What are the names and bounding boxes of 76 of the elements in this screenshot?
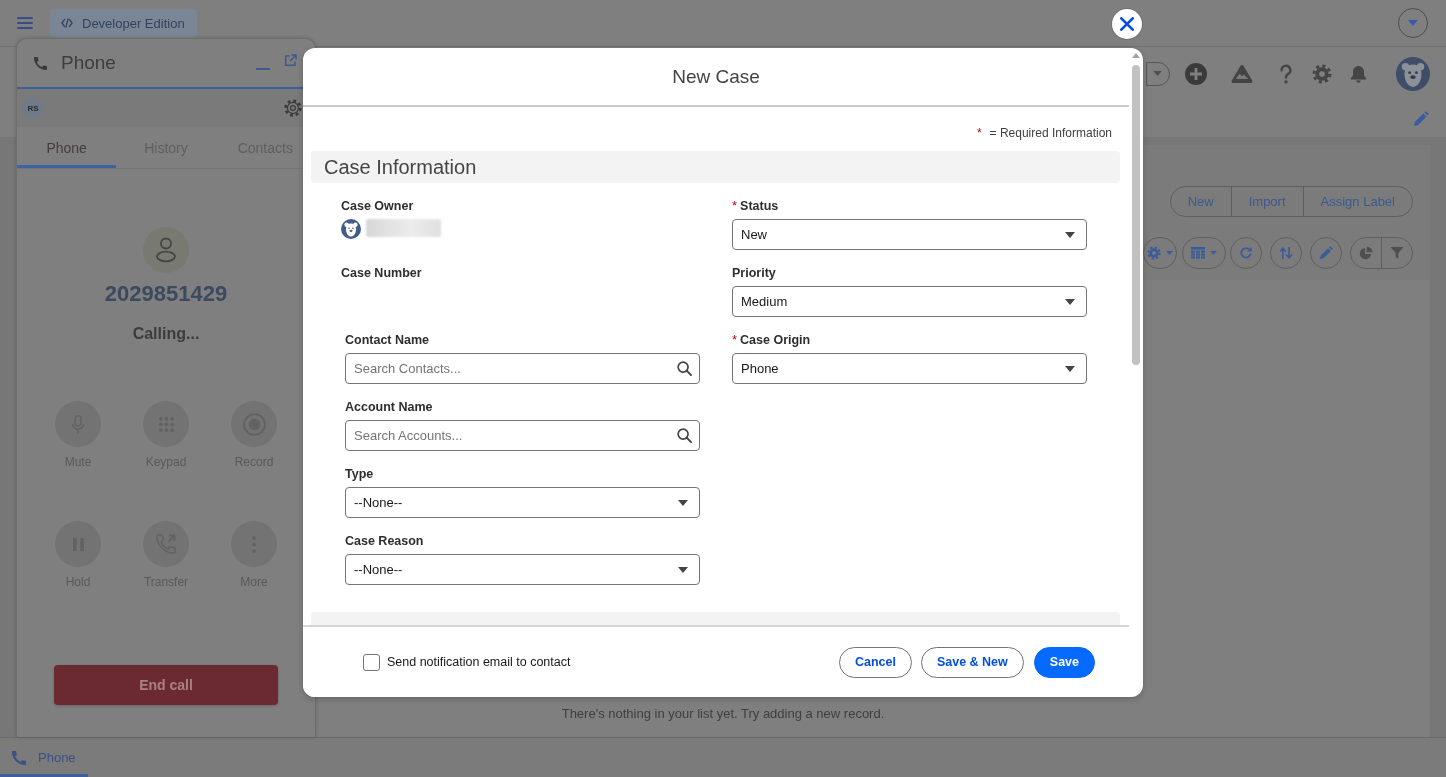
mute-button[interactable] — [55, 401, 101, 447]
call-status: Calling... — [132, 324, 200, 344]
outline-button[interactable]: Cancel — [838, 646, 912, 678]
empty-list-message: There's nothing in your list yet. Try adding a new record. — [561, 706, 885, 722]
picklist-field[interactable]: Phone — [732, 353, 1087, 384]
phone-number: 2029851429 — [104, 282, 228, 306]
field-label: Case Number — [341, 265, 422, 282]
avatar-icon — [341, 219, 361, 239]
caret-down-icon — [1153, 71, 1162, 76]
contact-avatar-icon — [143, 227, 189, 273]
field-label: Case Reason — [345, 533, 424, 550]
hold-button[interactable] — [55, 521, 101, 567]
bell-icon[interactable] — [1349, 63, 1368, 84]
field-label: Status — [740, 198, 779, 215]
settings-icon[interactable] — [1312, 63, 1332, 84]
caret-down-icon — [678, 566, 688, 573]
checkbox[interactable] — [363, 653, 380, 671]
caret-down-icon — [1065, 298, 1075, 305]
panel-title: Phone — [61, 52, 116, 74]
pencil-icon[interactable] — [1413, 110, 1429, 127]
required-mark: * — [976, 125, 982, 141]
field-label: Account Name — [345, 399, 433, 416]
caret-down-icon — [1166, 251, 1173, 255]
add-icon[interactable] — [1185, 62, 1207, 85]
table-icon — [1191, 247, 1205, 259]
pie-chart-icon — [1359, 246, 1373, 260]
more-button[interactable] — [231, 521, 277, 567]
edition-label: Developer Edition — [82, 15, 185, 31]
scrollbar-thumb[interactable] — [1132, 65, 1140, 365]
phone-icon — [12, 750, 26, 765]
field-label: Priority — [732, 265, 776, 282]
field-label: Type — [345, 466, 374, 483]
search-icon — [677, 361, 692, 376]
outline-button[interactable]: Save & New — [920, 646, 1024, 678]
caret-down-icon — [1065, 365, 1075, 372]
user-initials-avatar: RS — [22, 97, 44, 119]
transfer-button[interactable] — [143, 521, 189, 567]
field-label: Case Owner — [341, 198, 414, 215]
field-label: Contact Name — [345, 332, 430, 349]
primary-button[interactable]: Save — [1033, 646, 1095, 678]
picklist-field[interactable]: New — [732, 219, 1087, 250]
avatar-icon[interactable] — [1396, 56, 1430, 91]
settings-icon[interactable] — [284, 99, 302, 117]
keypad-button[interactable] — [143, 401, 189, 447]
search-field[interactable]: Search Accounts... — [345, 420, 700, 451]
picklist-field[interactable]: --None-- — [345, 554, 700, 585]
record-button[interactable] — [231, 401, 277, 447]
caret-down-icon — [678, 499, 688, 506]
refresh-icon — [1239, 246, 1253, 260]
external-link-icon[interactable] — [284, 53, 297, 67]
picklist-field[interactable]: Medium — [732, 286, 1087, 317]
section-header[interactable]: Case Information — [311, 151, 1120, 183]
minimize-icon[interactable] — [256, 68, 270, 70]
picklist-field[interactable]: --None-- — [345, 487, 700, 518]
help-icon[interactable] — [1279, 63, 1293, 84]
modal-title: New Case — [672, 65, 760, 88]
search-icon — [677, 428, 692, 443]
mountain-icon[interactable] — [1231, 63, 1253, 84]
caret-down-icon — [1065, 231, 1075, 238]
search-field[interactable]: Search Contacts... — [345, 353, 700, 384]
phone-icon — [34, 56, 47, 70]
filter-icon — [1390, 246, 1404, 260]
gear-icon — [1147, 246, 1161, 260]
menu-icon[interactable] — [17, 17, 33, 29]
caret-down-icon — [1210, 251, 1217, 255]
checkbox-label[interactable]: Send notification email to contact — [387, 655, 571, 669]
required-legend: = Required Information — [989, 125, 1112, 141]
sort-icon — [1279, 246, 1293, 260]
required-mark: * — [732, 197, 738, 215]
required-mark: * — [732, 331, 738, 349]
field-label: Case Origin — [740, 332, 811, 349]
code-icon — [61, 18, 73, 28]
pencil-icon — [1319, 246, 1333, 260]
scroll-up-icon[interactable] — [1132, 53, 1140, 58]
close-icon — [1120, 17, 1134, 31]
caret-down-icon — [1408, 20, 1418, 26]
